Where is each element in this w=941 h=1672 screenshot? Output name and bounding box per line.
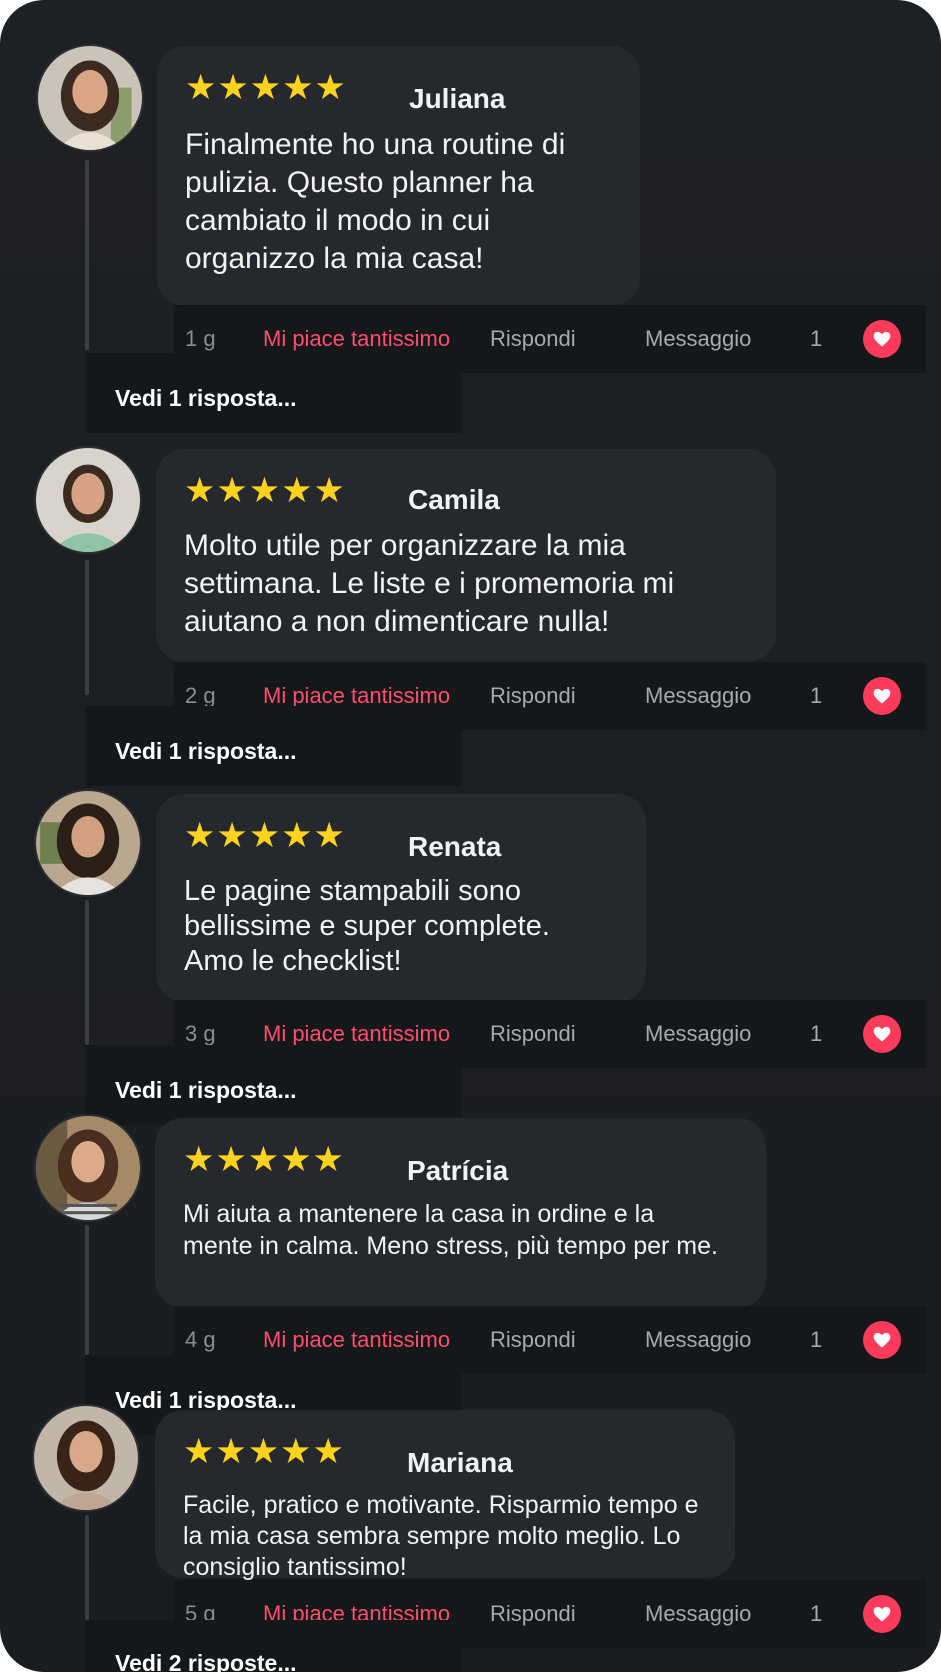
see-replies-link[interactable]: Vedi 1 risposta...	[85, 353, 461, 433]
star-rating: ★★★★★	[184, 471, 346, 511]
reply-button[interactable]: Rispondi	[490, 1000, 576, 1068]
thread-line	[85, 560, 89, 695]
see-replies-label: Vedi 2 risposte...	[115, 1650, 297, 1672]
heart-icon[interactable]	[863, 1015, 901, 1053]
comment-author[interactable]: Renata	[408, 830, 501, 864]
avatar[interactable]	[36, 1116, 140, 1220]
star-rating: ★★★★★	[183, 1140, 345, 1180]
comment-author[interactable]: Patrícia	[407, 1154, 508, 1188]
message-button[interactable]: Messaggio	[645, 1580, 751, 1648]
comment-text: Finalmente ho una routine di pulizia. Qu…	[185, 128, 566, 275]
heart-icon[interactable]	[863, 677, 901, 715]
comment-bubble: ★★★★★ Juliana Finalmente ho una routine …	[157, 46, 640, 306]
star-rating: ★★★★★	[183, 1432, 345, 1472]
comment-text: Mi aiuta a mantenere la casa in ordine e…	[183, 1200, 718, 1260]
avatar[interactable]	[36, 448, 140, 552]
see-replies-label: Vedi 1 risposta...	[115, 385, 297, 411]
star-rating: ★★★★★	[185, 68, 347, 108]
avatar-image	[34, 1406, 138, 1510]
thread-line	[85, 1225, 89, 1355]
like-count: 1	[810, 1327, 823, 1352]
avatar-image	[38, 46, 142, 150]
message-button[interactable]: Messaggio	[645, 662, 751, 730]
like-count: 1	[810, 1601, 823, 1626]
comment-text: Facile, pratico e motivante. Risparmio t…	[183, 1491, 699, 1581]
thread-line	[85, 1515, 89, 1620]
comment-bubble: ★★★★★ Patrícia Mi aiuta a mantenere la c…	[155, 1118, 766, 1308]
see-replies-link[interactable]: Vedi 2 risposte...	[85, 1620, 461, 1672]
comment-author[interactable]: Mariana	[407, 1446, 513, 1480]
comment-author[interactable]: Camila	[408, 483, 500, 517]
reply-button[interactable]: Rispondi	[490, 662, 576, 730]
avatar-image	[36, 1116, 140, 1220]
see-replies-link[interactable]: Vedi 1 risposta...	[85, 1045, 461, 1125]
heart-icon[interactable]	[863, 320, 901, 358]
reply-button[interactable]: Rispondi	[490, 1306, 576, 1374]
thread-line	[85, 900, 89, 1045]
see-replies-link[interactable]: Vedi 1 risposta...	[85, 706, 461, 786]
comments-panel: ★★★★★ Juliana Finalmente ho una routine …	[0, 0, 941, 1672]
heart-icon[interactable]	[863, 1321, 901, 1359]
like-count: 1	[810, 683, 823, 708]
comment-text: Molto utile per organizzare la mia setti…	[184, 529, 675, 638]
avatar[interactable]	[38, 46, 142, 150]
comment-bubble: ★★★★★ Mariana Facile, pratico e motivant…	[155, 1410, 735, 1581]
reply-button[interactable]: Rispondi	[490, 305, 576, 373]
star-rating: ★★★★★	[184, 816, 346, 856]
comment-bubble: ★★★★★ Renata Le pagine stampabili sono b…	[156, 794, 646, 1002]
heart-icon[interactable]	[863, 1595, 901, 1633]
comment-bubble: ★★★★★ Camila Molto utile per organizzare…	[156, 449, 776, 662]
see-replies-label: Vedi 1 risposta...	[115, 738, 297, 764]
message-button[interactable]: Messaggio	[645, 305, 751, 373]
avatar[interactable]	[34, 1406, 138, 1510]
like-count: 1	[810, 1021, 823, 1046]
thread-line	[85, 160, 89, 350]
reply-button[interactable]: Rispondi	[490, 1580, 576, 1648]
avatar[interactable]	[36, 791, 140, 895]
comment-text: Le pagine stampabili sono bellissime e s…	[184, 875, 550, 977]
like-count: 1	[810, 326, 823, 351]
message-button[interactable]: Messaggio	[645, 1306, 751, 1374]
comment-author[interactable]: Juliana	[409, 82, 505, 116]
avatar-image	[36, 791, 140, 895]
avatar-image	[36, 448, 140, 552]
message-button[interactable]: Messaggio	[645, 1000, 751, 1068]
